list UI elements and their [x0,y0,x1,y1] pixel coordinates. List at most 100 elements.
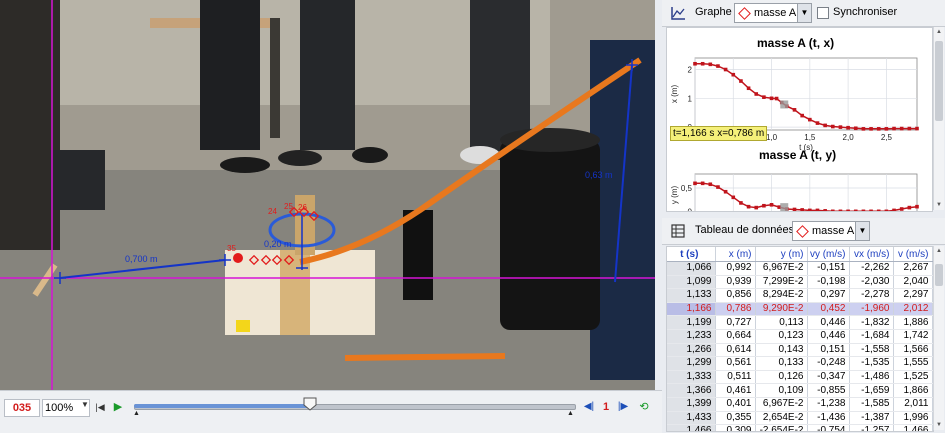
table-cell[interactable]: 0,133 [755,356,808,371]
table-cell[interactable]: -1,585 [849,397,894,412]
table-cell[interactable]: 0,126 [755,370,808,385]
table-cell[interactable]: 1,466 [893,424,933,431]
table-cell[interactable]: 8,294E-2 [755,288,808,303]
table-cell[interactable]: 0,452 [807,302,850,317]
table-cell[interactable]: -0,754 [807,424,850,431]
table-cell[interactable]: 0,355 [715,411,756,426]
chart-y-plot[interactable]: 0 0,5y (m) [667,162,932,212]
table-cell[interactable]: 1,333 [667,370,716,385]
table-cell[interactable]: 2,011 [893,397,933,412]
table-cell[interactable]: 0,727 [715,315,756,330]
table-row[interactable]: 1,366 0,461 0,109 -0,855 -1,659 1,866 [667,383,933,398]
table-cell[interactable]: -2,262 [849,261,894,276]
table-cell[interactable]: -0,198 [807,275,850,290]
table-cell[interactable]: 6,967E-2 [755,397,808,412]
step-size-field[interactable]: 1 [599,399,613,415]
table-cell[interactable]: -2,654E-2 [755,424,808,431]
table-cell[interactable]: 0,461 [715,383,756,398]
table-cell[interactable]: -1,257 [849,424,894,431]
zoom-dropdown-icon[interactable]: ▼ [81,400,91,416]
table-cell[interactable]: 2,040 [893,275,933,290]
table-cell[interactable]: 1,066 [667,261,716,276]
table-row[interactable]: 1,066 0,992 6,967E-2 -0,151 -2,262 2,267 [667,261,933,276]
table-cell[interactable]: 0,664 [715,329,756,344]
graph-track-combo[interactable]: masse A [734,3,798,23]
table-cell[interactable]: 9,290E-2 [755,302,808,317]
table-cell[interactable]: -1,436 [807,411,850,426]
column-header[interactable]: vy (m/s) [807,247,850,262]
table-cell[interactable]: 1,886 [893,315,933,330]
table-cell[interactable]: 1,099 [667,275,716,290]
scroll-up-icon[interactable]: ▲ [934,29,944,35]
table-cell[interactable]: 0,143 [755,343,808,358]
table-cell[interactable]: -1,387 [849,411,894,426]
table-cell[interactable]: -1,659 [849,383,894,398]
column-header[interactable]: y (m) [755,247,808,262]
table-scroll-thumb[interactable] [935,264,943,286]
table-cell[interactable]: 0,113 [755,315,808,330]
column-header[interactable]: v (m/s) [893,247,933,262]
table-row[interactable]: 1,133 0,856 8,294E-2 0,297 -2,278 2,297 [667,288,933,303]
scroll-up-icon[interactable]: ▲ [934,248,944,254]
table-cell[interactable]: -0,151 [807,261,850,276]
table-cell[interactable]: 1,166 [667,302,716,317]
loop-toggle-icon[interactable]: ⟲ [636,399,652,415]
table-cell[interactable]: 0,856 [715,288,756,303]
table-cell[interactable]: 1,366 [667,383,716,398]
table-cell[interactable]: 2,297 [893,288,933,303]
table-cell[interactable]: 0,109 [755,383,808,398]
table-cell[interactable]: 1,266 [667,343,716,358]
graph-scroll-thumb[interactable] [935,41,943,121]
table-cell[interactable]: -1,238 [807,397,850,412]
table-row[interactable]: 1,399 0,401 6,967E-2 -1,238 -1,585 2,011 [667,397,933,412]
table-cell[interactable]: 0,786 [715,302,756,317]
table-cell[interactable]: -1,832 [849,315,894,330]
table-cell[interactable]: -2,278 [849,288,894,303]
slider-end-marker-icon[interactable]: ▲ [567,410,574,417]
go-to-start-button[interactable]: |◀ [93,399,107,415]
table-cell[interactable]: 0,992 [715,261,756,276]
table-cell[interactable]: -1,960 [849,302,894,317]
table-cell[interactable]: 2,654E-2 [755,411,808,426]
table-row[interactable]: 1,466 0,309 -2,654E-2 -0,754 -1,257 1,466 [667,424,933,431]
table-cell[interactable]: 0,151 [807,343,850,358]
frame-number-field[interactable]: 035 [4,399,40,417]
video-frame[interactable]: 0,700 m 0,63 m 0,20 m 24 25 26 35 [0,0,655,390]
table-cell[interactable]: 1,996 [893,411,933,426]
table-cell[interactable]: 1,433 [667,411,716,426]
column-header[interactable]: t (s) [667,247,716,262]
table-cell[interactable]: 2,267 [893,261,933,276]
table-cell[interactable]: 7,299E-2 [755,275,808,290]
table-cell[interactable]: 1,199 [667,315,716,330]
table-row[interactable]: 1,433 0,355 2,654E-2 -1,436 -1,387 1,996 [667,411,933,426]
table-cell[interactable]: 1,399 [667,397,716,412]
table-cell[interactable]: -1,558 [849,343,894,358]
table-cell[interactable]: -0,347 [807,370,850,385]
table-cell[interactable]: 1,866 [893,383,933,398]
table-cell[interactable]: 1,742 [893,329,933,344]
table-cell[interactable]: 0,297 [807,288,850,303]
table-cell[interactable]: 1,299 [667,356,716,371]
step-back-button[interactable]: ◀| [582,399,596,415]
table-cell[interactable]: 1,525 [893,370,933,385]
table-cell[interactable]: 0,511 [715,370,756,385]
table-cell[interactable]: 1,566 [893,343,933,358]
table-cell[interactable]: -1,684 [849,329,894,344]
slider-start-marker-icon[interactable]: ▲ [133,410,140,417]
table-cell[interactable]: -2,030 [849,275,894,290]
play-button[interactable]: ▶ [111,399,125,415]
step-forward-button[interactable]: |▶ [616,399,630,415]
frame-slider-thumb[interactable] [303,397,317,411]
table-cell[interactable]: -1,535 [849,356,894,371]
table-cell[interactable]: 0,614 [715,343,756,358]
table-cell[interactable]: 1,555 [893,356,933,371]
table-cell[interactable]: -1,486 [849,370,894,385]
table-track-combo[interactable]: masse A [792,221,856,241]
table-row[interactable]: 1,166 0,786 9,290E-2 0,452 -1,960 2,012 [667,302,933,317]
table-row[interactable]: 1,099 0,939 7,299E-2 -0,198 -2,030 2,040 [667,275,933,290]
table-cell[interactable]: 2,012 [893,302,933,317]
table-row[interactable]: 1,333 0,511 0,126 -0,347 -1,486 1,525 [667,370,933,385]
scroll-down-icon[interactable]: ▼ [934,422,944,428]
table-cell[interactable]: 0,401 [715,397,756,412]
table-cell[interactable]: -0,855 [807,383,850,398]
